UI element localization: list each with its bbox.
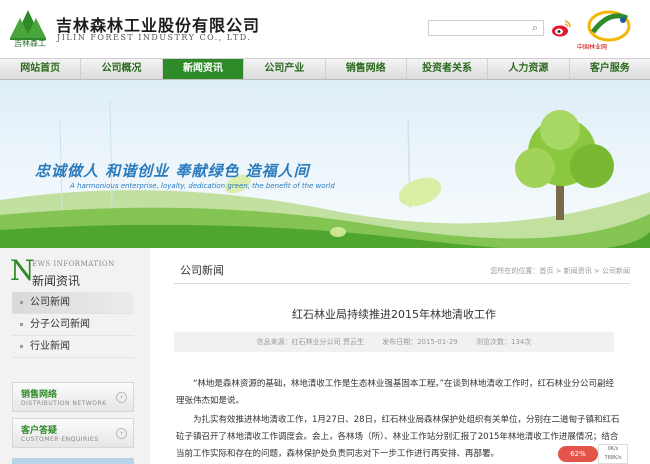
article-paragraph: “林地是森林资源的基础，林地清收工作是生态林业强基固本工程。”在谈到林地清收工作… bbox=[176, 379, 615, 406]
article-paragraph: 为扎实有效推进林地清收工作，1月27日、28日，红石林业局森林保护处组织有关单位… bbox=[176, 415, 620, 459]
section-title: 公司新闻 bbox=[180, 264, 224, 277]
main-content: 公司新闻 您所在的位置：首页 > 新闻资讯 > 公司新闻 红石林业局持续推进20… bbox=[150, 248, 650, 464]
company-name-en: JILIN FOREST INDUSTRY CO., LTD. bbox=[57, 33, 252, 42]
card-subtitle: CUSTOMER ENQUIRIES bbox=[21, 436, 99, 443]
customer-enquiries-card[interactable]: 客户答疑 CUSTOMER ENQUIRIES › bbox=[12, 418, 134, 448]
card-subtitle: DISTRIBUTION NETWORK bbox=[21, 400, 107, 407]
card-title: 销售网络 bbox=[21, 390, 58, 400]
sidebar-item-label: 分子公司新闻 bbox=[30, 319, 90, 330]
sidebar-menu: 公司新闻 分子公司新闻 行业新闻 bbox=[12, 292, 134, 358]
sidebar-title-letter: N bbox=[10, 254, 35, 287]
breadcrumb[interactable]: 您所在的位置：首页 > 新闻资讯 > 公司新闻 bbox=[490, 266, 630, 276]
sidebar-item-subsidiary-news[interactable]: 分子公司新闻 bbox=[12, 314, 134, 336]
chevron-right-icon: › bbox=[116, 392, 127, 403]
sidebar-title-cn: 新闻资讯 bbox=[32, 274, 81, 288]
sidebar-photo bbox=[12, 458, 134, 464]
nav-sales-network[interactable]: 销售网络 bbox=[326, 59, 407, 79]
sidebar-item-company-news[interactable]: 公司新闻 bbox=[12, 292, 134, 314]
sidebar-item-label: 行业新闻 bbox=[30, 341, 70, 352]
network-speed-widget[interactable]: 0K/s 788K/s bbox=[598, 444, 628, 464]
nav-home[interactable]: 网站首页 bbox=[0, 59, 82, 79]
nav-industry[interactable]: 公司产业 bbox=[244, 59, 326, 79]
sidebar-item-label: 公司新闻 bbox=[30, 297, 70, 308]
banner: 忠诚做人 和谐创业 奉献绿色 造福人间 A harmonious enterpr… bbox=[0, 80, 650, 248]
article-source: 信息来源：红石林业分公司 贾云生 bbox=[256, 338, 364, 346]
logo-caption: 吉林森工 bbox=[14, 39, 46, 48]
search-icon[interactable]: ⌕ bbox=[528, 21, 542, 35]
page: 吉林森工 吉林森林工业股份有限公司 JILIN FOREST INDUSTRY … bbox=[0, 0, 650, 464]
card-title: 客户答疑 bbox=[21, 426, 58, 436]
nav-hr[interactable]: 人力资源 bbox=[488, 59, 570, 79]
forestry-logo-label: 中国林业网 bbox=[577, 44, 608, 51]
nav-customer-service[interactable]: 客户服务 bbox=[570, 59, 650, 79]
sidebar-item-industry-news[interactable]: 行业新闻 bbox=[12, 336, 134, 358]
download-speed: 788K/s bbox=[604, 455, 622, 461]
sidebar: N EWS INFORMATION 新闻资讯 公司新闻 分子公司新闻 行业新闻 … bbox=[0, 248, 150, 464]
sales-network-card[interactable]: 销售网络 DISTRIBUTION NETWORK › bbox=[12, 382, 134, 412]
site-header: 吉林森工 吉林森林工业股份有限公司 JILIN FOREST INDUSTRY … bbox=[0, 0, 650, 58]
article-meta: 信息来源：红石林业分公司 贾云生 发布日期：2015-01-29 浏览次数：13… bbox=[174, 332, 614, 352]
banner-subtitle: A harmonious enterprise, loyalty, dedica… bbox=[70, 182, 335, 190]
chevron-right-icon: › bbox=[116, 428, 127, 439]
weibo-icon[interactable] bbox=[550, 18, 572, 38]
banner-slogan: 忠诚做人 和谐创业 奉献绿色 造福人间 bbox=[35, 162, 310, 180]
nav-investor-relations[interactable]: 投资者关系 bbox=[407, 59, 489, 79]
article-views: 浏览次数：134次 bbox=[476, 338, 532, 346]
bullet-icon bbox=[20, 345, 23, 348]
upload-speed: 0K/s bbox=[607, 446, 619, 452]
bullet-icon bbox=[20, 323, 23, 326]
sidebar-title-en: EWS INFORMATION bbox=[32, 260, 115, 268]
sidebar-title: N EWS INFORMATION 新闻资讯 bbox=[10, 256, 140, 292]
search-input[interactable] bbox=[428, 20, 544, 36]
speed-badge[interactable]: 62% bbox=[558, 446, 598, 462]
nav-company-overview[interactable]: 公司概况 bbox=[81, 59, 163, 79]
main-nav: 网站首页 公司概况 新闻资讯 公司产业 销售网络 投资者关系 人力资源 客户服务 bbox=[0, 58, 650, 80]
bullet-icon bbox=[20, 301, 23, 304]
article-title: 红石林业局持续推进2015年林地清收工作 bbox=[292, 308, 496, 321]
article-date: 发布日期：2015-01-29 bbox=[382, 338, 458, 346]
nav-news[interactable]: 新闻资讯 bbox=[162, 59, 245, 79]
section-header: 公司新闻 您所在的位置：首页 > 新闻资讯 > 公司新闻 bbox=[174, 260, 630, 284]
